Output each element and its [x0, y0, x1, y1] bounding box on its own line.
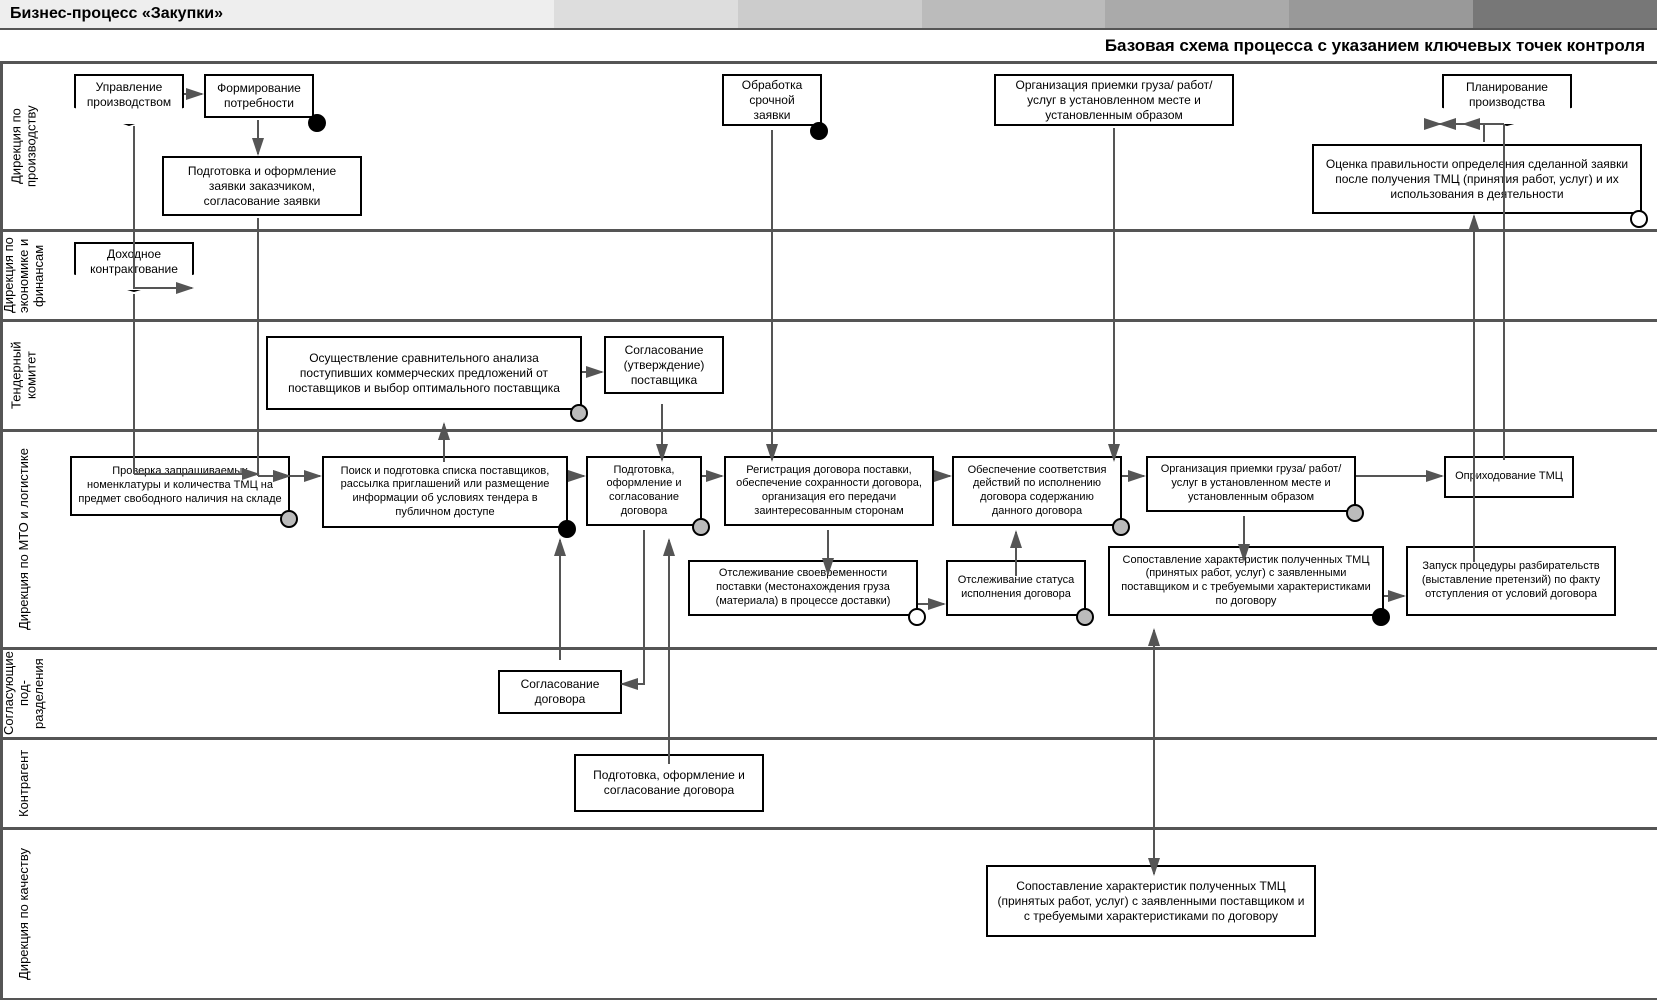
node-approve-contract: Согласование договора	[498, 670, 622, 714]
control-point-gray	[692, 518, 710, 536]
node-urgent-request: Обработка срочной заявки	[722, 74, 822, 126]
node-prepare-request: Подготовка и оформление заявки заказчико…	[162, 156, 362, 216]
node-approve-supplier: Согласование (утверждение) поставщика	[604, 336, 724, 394]
lane-approving: Согласующие под-разделения Согласование …	[0, 650, 1657, 740]
node-prepare-contract: Подготовка, оформление и согласование до…	[586, 456, 702, 526]
node-track-delivery: Отслеживание своевременности поставки (м…	[688, 560, 918, 616]
lane-label-counterparty: Контрагент	[0, 740, 44, 827]
node-ensure-compliance: Обеспечение соответствия действий по исп…	[952, 456, 1122, 526]
swimlanes: Дирекция по производству Управление прои…	[0, 64, 1657, 1000]
lane-tender: Тендерный комитет Осуществление сравните…	[0, 322, 1657, 432]
control-point-white	[1630, 210, 1648, 228]
title-bar: Бизнес-процесс «Закупки»	[0, 0, 1657, 30]
process-title: Бизнес-процесс «Закупки»	[0, 0, 370, 28]
node-initiate-claims: Запуск процедуры разбирательств (выставл…	[1406, 546, 1616, 616]
control-point-gray	[570, 404, 588, 422]
control-point-black	[810, 122, 828, 140]
node-supplier-search: Поиск и подготовка списка поставщиков, р…	[322, 456, 568, 528]
control-point-black	[558, 520, 576, 538]
node-check-stock: Проверка запрашиваемых номенклатуры и ко…	[70, 456, 290, 516]
node-prepare-contract-counterparty: Подготовка, оформление и согласование до…	[574, 754, 764, 812]
node-plan-production: Планирование производства	[1442, 74, 1572, 126]
node-compare-characteristics: Сопоставление характеристик полученных Т…	[1108, 546, 1384, 616]
node-evaluate-correctness: Оценка правильности определения сделанно…	[1312, 144, 1642, 214]
node-organize-receiving-2: Организация приемки груза/ работ/услуг в…	[1146, 456, 1356, 512]
lane-mto: Дирекция по МТО и логистике Проверка зап…	[0, 432, 1657, 650]
node-management: Управление производством	[74, 74, 184, 126]
control-point-gray	[1076, 608, 1094, 626]
node-comparative-analysis: Осуществление сравнительного анализа пос…	[266, 336, 582, 410]
title-gradient	[370, 0, 1657, 28]
control-point-black	[308, 114, 326, 132]
node-compare-quality: Сопоставление характеристик полученных Т…	[986, 865, 1316, 937]
lane-label-quality: Дирекция по качеству	[0, 830, 44, 998]
node-register-contract: Регистрация договора поставки, обеспечен…	[724, 456, 934, 526]
lane-label-mto: Дирекция по МТО и логистике	[0, 432, 44, 647]
node-track-status: Отслеживание статуса исполнения договора	[946, 560, 1086, 616]
lane-label-tender: Тендерный комитет	[0, 322, 44, 429]
control-point-gray	[280, 510, 298, 528]
process-subtitle: Базовая схема процесса с указанием ключе…	[0, 30, 1657, 64]
lane-label-approving: Согласующие под-разделения	[0, 650, 44, 737]
control-point-gray	[1346, 504, 1364, 522]
control-point-white	[908, 608, 926, 626]
lane-production: Дирекция по производству Управление прои…	[0, 64, 1657, 232]
node-income-contracting: Доходное контрактование	[74, 242, 194, 292]
lane-label-production: Дирекция по производству	[0, 64, 44, 229]
lane-economics: Дирекция по экономике и финансам Доходно…	[0, 232, 1657, 322]
node-capitalize-tmc: Оприходование ТМЦ	[1444, 456, 1574, 498]
node-organize-receiving-1: Организация приемки груза/ работ/услуг в…	[994, 74, 1234, 126]
node-form-need: Формирование потребности	[204, 74, 314, 118]
control-point-gray	[1112, 518, 1130, 536]
lane-label-economics: Дирекция по экономике и финансам	[0, 232, 44, 319]
lane-counterparty: Контрагент Подготовка, оформление и согл…	[0, 740, 1657, 830]
control-point-black	[1372, 608, 1390, 626]
lane-quality: Дирекция по качеству Сопоставление харак…	[0, 830, 1657, 1000]
